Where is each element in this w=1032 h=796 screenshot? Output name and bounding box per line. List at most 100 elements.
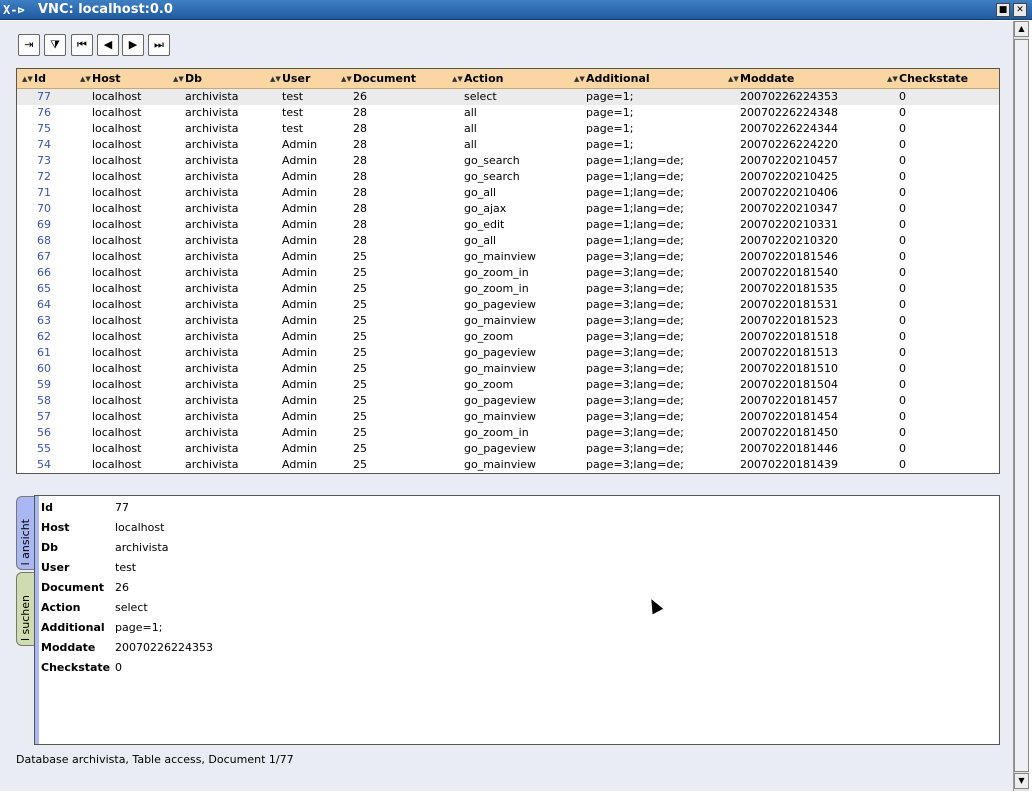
scroll-down-button[interactable]: ▼ xyxy=(1014,773,1029,789)
table-row[interactable]: 69 localhost archivista Admin 28 go_edit page=… xyxy=(17,217,999,233)
column-header-user[interactable]: ▲▼User xyxy=(270,69,310,89)
cell-db: archivista xyxy=(185,106,239,119)
column-header-label: Checkstate xyxy=(899,72,969,85)
cell-host: localhost xyxy=(92,234,142,247)
table-row[interactable]: 70 localhost archivista Admin 28 go_ajax page=… xyxy=(17,201,999,217)
cell-id: 77 xyxy=(37,90,51,103)
table-row[interactable]: 67 localhost archivista Admin 25 go_mainview p… xyxy=(17,249,999,265)
cell-user: Admin xyxy=(282,202,318,215)
field-value[interactable]: 77 xyxy=(115,498,129,518)
column-header-action[interactable]: ▲▼Action xyxy=(452,69,503,89)
column-header-id[interactable]: ▲▼Id xyxy=(22,69,46,89)
column-header-label: Additional xyxy=(586,72,650,85)
cell-user: Admin xyxy=(282,234,318,247)
cell-id: 73 xyxy=(37,154,51,167)
cell-moddate: 20070220181513 xyxy=(740,346,838,359)
table-row[interactable]: 72 localhost archivista Admin 28 go_search pag… xyxy=(17,169,999,185)
cell-id: 57 xyxy=(37,410,51,423)
table-row[interactable]: 75 localhost archivista test 28 all page=1; 200… xyxy=(17,121,999,137)
table-row[interactable]: 57 localhost archivista Admin 25 go_mainview p… xyxy=(17,409,999,425)
exit-button[interactable]: ⇥ xyxy=(18,34,40,56)
cell-moddate: 20070220210347 xyxy=(740,202,838,215)
field-value[interactable]: 0 xyxy=(115,658,122,678)
column-header-document[interactable]: ▲▼Document xyxy=(341,69,416,89)
app-area: ⇥ ⧩ ⏮ ◀ ▶ ⏭ ▲▼Id ▲▼Host ▲▼Db ▲▼User ▲▼Docume… xyxy=(0,21,1013,791)
scroll-thumb[interactable] xyxy=(1014,39,1029,772)
cell-additional: page=3;lang=de; xyxy=(586,282,684,295)
field-value[interactable]: page=1; xyxy=(115,618,162,638)
cell-document: 25 xyxy=(353,442,367,455)
column-header-additional[interactable]: ▲▼Additional xyxy=(574,69,650,89)
cell-checkstate: 0 xyxy=(899,218,906,231)
tab-suchen[interactable]: l suchen xyxy=(16,572,34,646)
filter-icon: ⧩ xyxy=(50,38,60,51)
table-row[interactable]: 56 localhost archivista Admin 25 go_zoom_in pa… xyxy=(17,425,999,441)
column-header-db[interactable]: ▲▼Db xyxy=(173,69,202,89)
field-value[interactable]: 26 xyxy=(115,578,129,598)
status-bar: Database archivista, Table access, Docum… xyxy=(16,753,294,766)
field-value[interactable]: select xyxy=(115,598,148,618)
tab-ansicht[interactable]: l ansicht xyxy=(16,496,34,570)
next-record-button[interactable]: ▶ xyxy=(122,34,144,56)
cell-moddate: 20070220210425 xyxy=(740,170,838,183)
cell-additional: page=3;lang=de; xyxy=(586,266,684,279)
column-header-checkstate[interactable]: ▲▼Checkstate xyxy=(887,69,968,89)
cell-additional: page=3;lang=de; xyxy=(586,250,684,263)
table-row[interactable]: 64 localhost archivista Admin 25 go_pageview p… xyxy=(17,297,999,313)
last-record-button[interactable]: ⏭ xyxy=(148,34,170,56)
cell-action: all xyxy=(464,122,477,135)
field-value[interactable]: archivista xyxy=(115,538,168,558)
cell-db: archivista xyxy=(185,410,239,423)
field-value[interactable]: localhost xyxy=(115,518,164,538)
scroll-up-button[interactable]: ▲ xyxy=(1014,21,1029,37)
table-row[interactable]: 58 localhost archivista Admin 25 go_pageview p… xyxy=(17,393,999,409)
cell-host: localhost xyxy=(92,442,142,455)
cell-additional: page=1;lang=de; xyxy=(586,170,684,183)
table-row[interactable]: 71 localhost archivista Admin 28 go_all page=1… xyxy=(17,185,999,201)
table-row[interactable]: 77 localhost archivista test 26 select page=1;… xyxy=(17,89,999,105)
table-row[interactable]: 62 localhost archivista Admin 25 go_zoom page=… xyxy=(17,329,999,345)
column-header-moddate[interactable]: ▲▼Moddate xyxy=(728,69,794,89)
table-row[interactable]: 60 localhost archivista Admin 25 go_mainview p… xyxy=(17,361,999,377)
cell-document: 25 xyxy=(353,410,367,423)
column-header-label: Db xyxy=(185,72,203,85)
cell-action: go_search xyxy=(464,154,520,167)
cell-db: archivista xyxy=(185,122,239,135)
field-value[interactable]: 20070226224353 xyxy=(115,638,213,658)
filter-button[interactable]: ⧩ xyxy=(44,34,66,56)
table-row[interactable]: 59 localhost archivista Admin 25 go_zoom page=… xyxy=(17,377,999,393)
table-row[interactable]: 61 localhost archivista Admin 25 go_pageview p… xyxy=(17,345,999,361)
cell-action: go_zoom xyxy=(464,330,514,343)
table-row[interactable]: 76 localhost archivista test 28 all page=1; 200… xyxy=(17,105,999,121)
cell-host: localhost xyxy=(92,218,142,231)
cell-checkstate: 0 xyxy=(899,330,906,343)
table-row[interactable]: 68 localhost archivista Admin 28 go_all page=1… xyxy=(17,233,999,249)
table-row[interactable]: 74 localhost archivista Admin 28 all page=1; 20… xyxy=(17,137,999,153)
table-row[interactable]: 54 localhost archivista Admin 25 go_mainview p… xyxy=(17,457,999,473)
table-row[interactable]: 63 localhost archivista Admin 25 go_mainview p… xyxy=(17,313,999,329)
window-titlebar[interactable]: X-⊳ VNC: localhost:0.0 ■ ✕ xyxy=(0,0,1032,20)
cell-document: 28 xyxy=(353,170,367,183)
table-row[interactable]: 73 localhost archivista Admin 28 go_search pag… xyxy=(17,153,999,169)
field-label: Checkstate xyxy=(41,661,111,674)
cell-db: archivista xyxy=(185,330,239,343)
close-window-button[interactable]: ✕ xyxy=(1013,3,1027,17)
cell-id: 67 xyxy=(37,250,51,263)
table-row[interactable]: 66 localhost archivista Admin 25 go_zoom_in pa… xyxy=(17,265,999,281)
cell-document: 28 xyxy=(353,218,367,231)
cell-moddate: 20070226224220 xyxy=(740,138,838,151)
cell-action: go_zoom xyxy=(464,378,514,391)
cell-checkstate: 0 xyxy=(899,362,906,375)
cell-document: 25 xyxy=(353,330,367,343)
table-row[interactable]: 65 localhost archivista Admin 25 go_zoom_in pa… xyxy=(17,281,999,297)
field-value[interactable]: test xyxy=(115,558,136,578)
column-header-host[interactable]: ▲▼Host xyxy=(80,69,121,89)
cell-checkstate: 0 xyxy=(899,122,906,135)
cell-action: go_zoom_in xyxy=(464,266,529,279)
first-record-button[interactable]: ⏮ xyxy=(71,34,93,56)
prev-record-button[interactable]: ◀ xyxy=(97,34,119,56)
restore-window-button[interactable]: ■ xyxy=(996,3,1010,17)
vertical-scrollbar[interactable]: ▲ ▼ xyxy=(1013,21,1029,791)
table-row[interactable]: 55 localhost archivista Admin 25 go_pageview p… xyxy=(17,441,999,457)
cell-db: archivista xyxy=(185,362,239,375)
